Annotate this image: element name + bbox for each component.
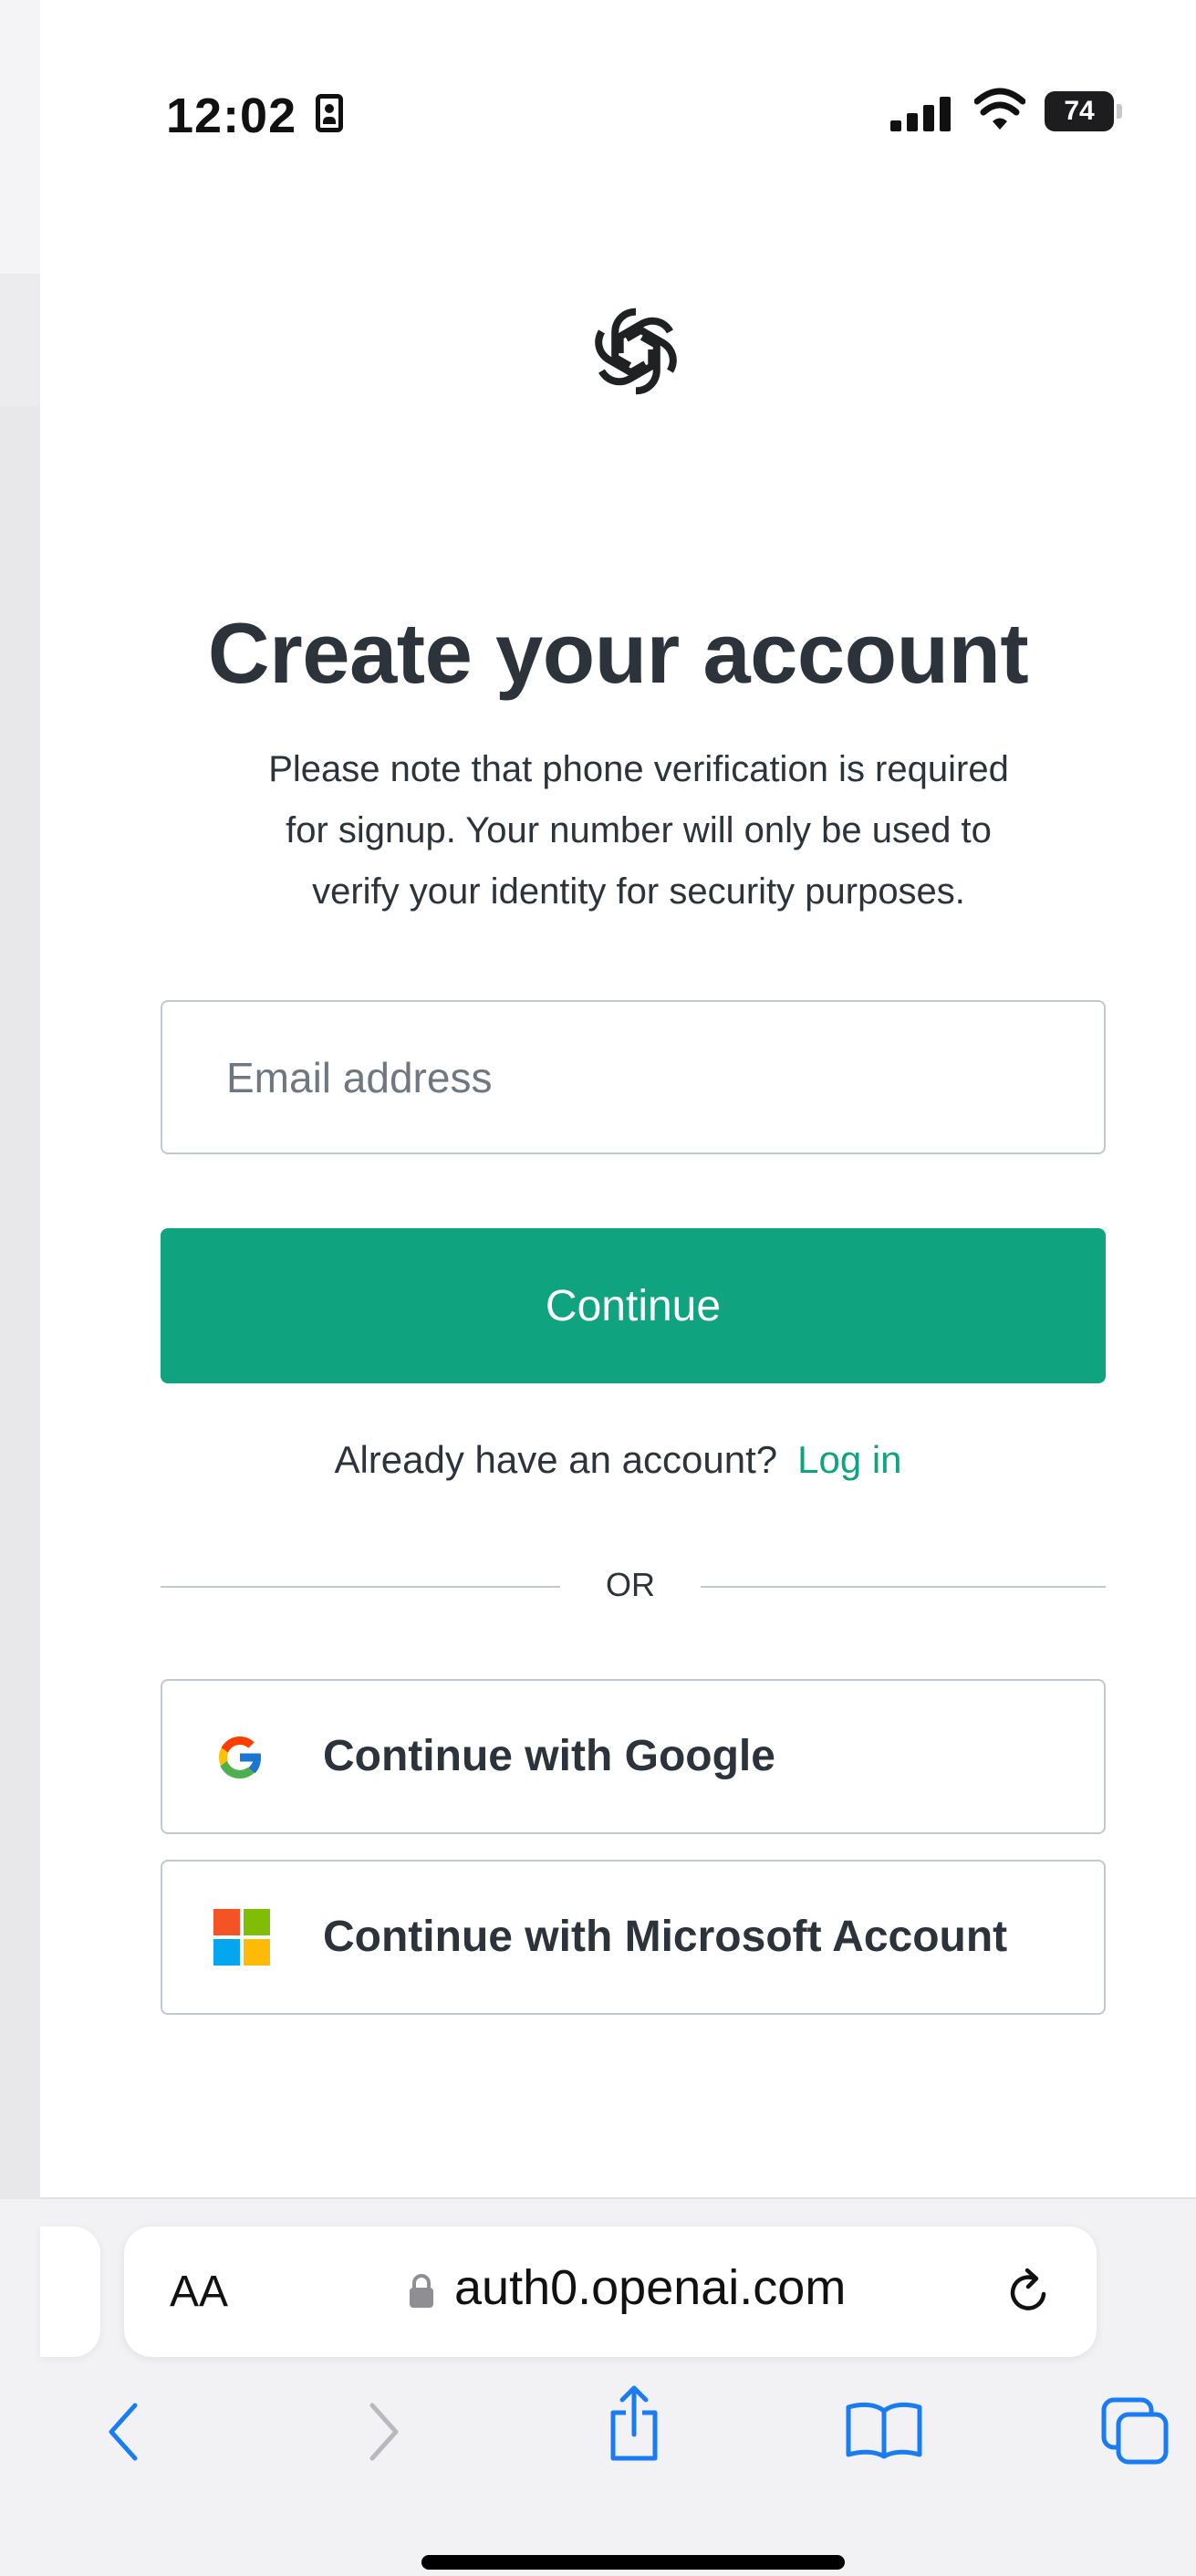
signal-icon [890,95,954,131]
previous-tab-peek[interactable] [40,2227,100,2357]
openai-logo-icon [584,308,688,403]
google-button-label: Continue with Google [323,1732,775,1780]
status-time: 12:02 [166,89,297,143]
forward-icon[interactable] [365,2402,401,2462]
continue-with-microsoft-button[interactable]: Continue with Microsoft Account [161,1860,1106,2015]
tabs-icon[interactable] [1100,2396,1171,2466]
signup-notice-line: verify your identity for security purpos… [312,871,965,912]
email-field[interactable] [161,1000,1106,1154]
continue-with-google-button[interactable]: Continue with Google [161,1679,1106,1834]
divider-line-right [701,1586,1106,1588]
microsoft-button-label: Continue with Microsoft Account [323,1913,1008,1961]
address-bar[interactable]: AA auth0.openai.com [124,2227,1097,2357]
google-icon [219,1736,263,1778]
signup-notice-line: for signup. Your number will only be use… [286,810,992,850]
contact-card-icon [316,94,343,132]
previous-page-edge-shade [0,274,40,406]
previous-page-edge-bottom [0,2199,40,2576]
bookmarks-icon[interactable] [845,2400,923,2460]
lock-icon [410,2274,433,2308]
reload-icon[interactable] [1004,2263,1056,2318]
login-prompt-row: Already have an account? Log in [40,1438,1196,1482]
back-icon[interactable] [106,2402,142,2462]
divider-line-left [161,1586,560,1588]
continue-button[interactable]: Continue [161,1228,1106,1383]
wifi-icon [974,88,1025,130]
login-prompt: Already have an account? [334,1438,778,1481]
signup-notice: Please note that phone verification is r… [155,739,1122,923]
login-link[interactable]: Log in [797,1438,901,1481]
share-icon[interactable] [604,2385,664,2464]
battery-icon: 74 [1045,91,1114,131]
url-text: auth0.openai.com [454,2260,847,2315]
divider-or: OR [606,1566,655,1603]
previous-page-edge-middle [0,406,40,2199]
microsoft-icon [213,1909,270,1966]
home-indicator[interactable] [421,2555,845,2570]
page-title: Create your account [207,605,1029,701]
battery-tip [1117,104,1122,119]
signup-notice-line: Please note that phone verification is r… [268,749,1009,789]
text-size-button[interactable]: AA [170,2267,228,2317]
toolbar-separator [40,2197,1196,2199]
